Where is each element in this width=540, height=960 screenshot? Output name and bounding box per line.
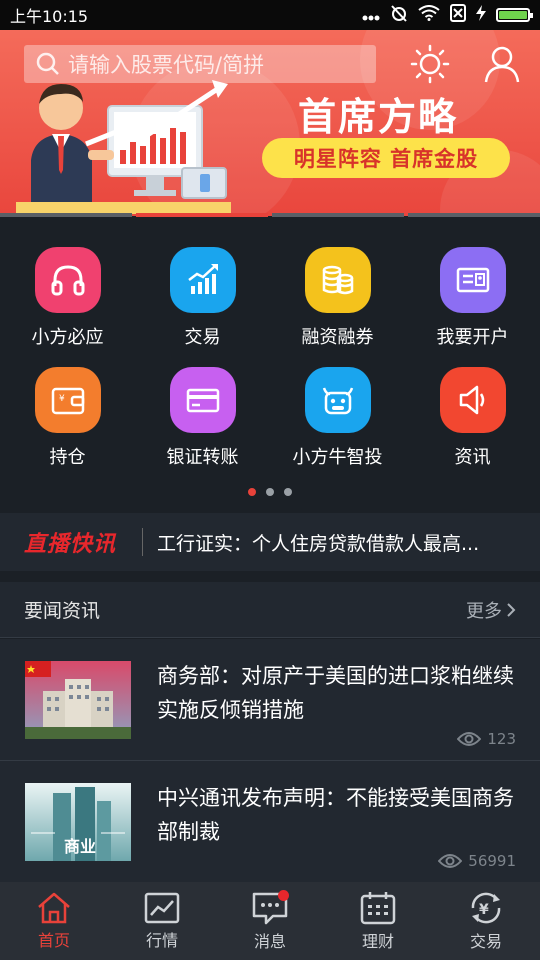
promo-banner[interactable]: 请输入股票代码/简拼 首席方略 明星阵容 首席金股 xyxy=(0,30,540,216)
wallet-icon: ¥ xyxy=(34,367,101,433)
coins-icon xyxy=(304,247,371,313)
more-label: 更多 xyxy=(466,600,502,622)
menu-item-label: 持仓 xyxy=(49,447,86,468)
menu-item-bank-transfer[interactable]: 银证转账 xyxy=(135,337,270,468)
svg-text:¥: ¥ xyxy=(59,394,65,404)
menu-item-trade[interactable]: 交易 xyxy=(135,217,270,348)
search-placeholder: 请输入股票代码/简拼 xyxy=(68,53,265,77)
menu-item-news[interactable]: 资讯 xyxy=(405,337,540,468)
quick-menu-grid: 小方必应 交易 融资融券 我要开户 ¥ 持仓 银证转账 小方牛智投 资讯 xyxy=(0,217,540,513)
news-article[interactable]: 商业 中兴通讯发布声明：不能接受美国商务部制裁 56991 xyxy=(0,761,540,883)
status-time: 上午10:15 xyxy=(10,7,89,26)
notification-badge xyxy=(278,890,289,901)
nav-wealth[interactable]: 理财 xyxy=(324,882,432,960)
robot-bull-icon xyxy=(304,367,371,433)
view-count: 123 xyxy=(457,730,516,748)
more-link[interactable]: 更多 xyxy=(466,597,516,623)
menu-item-label: 资讯 xyxy=(454,447,491,468)
search-input[interactable]: 请输入股票代码/简拼 xyxy=(24,45,376,83)
market-chart-icon xyxy=(144,892,180,924)
menu-item-xiaofang-biying[interactable]: 小方必应 xyxy=(0,217,135,348)
battery-icon xyxy=(496,8,533,22)
section-title: 要闻资讯 xyxy=(24,600,101,622)
thumbnail-caption: 商业 xyxy=(63,837,96,856)
sun-icon xyxy=(410,44,450,84)
home-icon xyxy=(38,892,70,924)
nav-label: 行情 xyxy=(145,931,178,950)
more-dots-icon xyxy=(362,6,380,25)
menu-item-smart-invest[interactable]: 小方牛智投 xyxy=(270,337,405,468)
nav-home[interactable]: 首页 xyxy=(0,882,108,960)
nav-label: 首页 xyxy=(37,931,70,950)
eye-icon xyxy=(438,854,463,868)
article-title: 商务部：对原产于美国的进口浆粕继续实施反倾销措施 xyxy=(157,664,514,722)
live-news-ticker[interactable]: 直播快讯 工行证实：个人住房贷款借款人最高... xyxy=(0,513,540,571)
eye-icon xyxy=(457,732,482,746)
alarm-off-icon xyxy=(390,4,408,26)
view-count: 56991 xyxy=(438,852,516,870)
bottom-navigation: 首页 行情 消息 理财 ¥ 交易 xyxy=(0,882,540,960)
theme-toggle-button[interactable] xyxy=(408,42,452,86)
nav-market[interactable]: 行情 xyxy=(108,882,216,960)
news-section-header: 要闻资讯 更多 xyxy=(0,582,540,638)
menu-item-label: 小方牛智投 xyxy=(292,447,383,468)
menu-page-indicator xyxy=(0,488,540,496)
nav-label: 交易 xyxy=(469,932,502,951)
banner-title: 首席方略 xyxy=(298,95,459,139)
nav-label: 消息 xyxy=(253,932,286,951)
article-title: 中兴通讯发布声明：不能接受美国商务部制裁 xyxy=(157,786,514,844)
nav-messages[interactable]: 消息 xyxy=(216,882,324,960)
menu-item-holdings[interactable]: ¥ 持仓 xyxy=(0,337,135,468)
yuan-exchange-icon: ¥ xyxy=(471,892,501,924)
user-icon xyxy=(484,46,520,83)
wifi-icon xyxy=(418,5,440,25)
nav-trade[interactable]: ¥ 交易 xyxy=(432,882,540,960)
nav-label: 理财 xyxy=(361,932,394,951)
trend-chart-icon xyxy=(169,247,236,313)
charging-icon xyxy=(476,5,486,25)
chevron-right-icon xyxy=(507,602,516,617)
banner-illustration xyxy=(16,70,246,216)
calendar-icon xyxy=(360,892,396,925)
divider xyxy=(142,528,144,556)
view-count-value: 56991 xyxy=(468,852,516,870)
live-news-headline: 工行证实：个人住房贷款借款人最高... xyxy=(157,532,480,555)
article-thumbnail xyxy=(25,661,131,739)
menu-item-margin-trading[interactable]: 融资融券 xyxy=(270,217,405,348)
search-icon xyxy=(36,52,59,75)
menu-item-label: 银证转账 xyxy=(166,447,239,468)
no-sim-icon xyxy=(450,4,466,26)
menu-item-open-account[interactable]: 我要开户 xyxy=(405,217,540,348)
profile-button[interactable] xyxy=(480,42,524,86)
view-count-value: 123 xyxy=(487,730,516,748)
live-news-tag: 直播快讯 xyxy=(24,532,117,557)
headphones-icon xyxy=(34,247,101,313)
bank-card-icon xyxy=(169,367,236,433)
id-card-icon xyxy=(439,247,506,313)
svg-text:¥: ¥ xyxy=(479,902,489,918)
banner-subtitle: 明星阵容 首席金股 xyxy=(262,138,510,178)
status-bar: 上午10:15 xyxy=(0,0,540,30)
news-article[interactable]: 商务部：对原产于美国的进口浆粕继续实施反倾销措施 123 xyxy=(0,639,540,761)
speaker-icon xyxy=(439,367,506,433)
